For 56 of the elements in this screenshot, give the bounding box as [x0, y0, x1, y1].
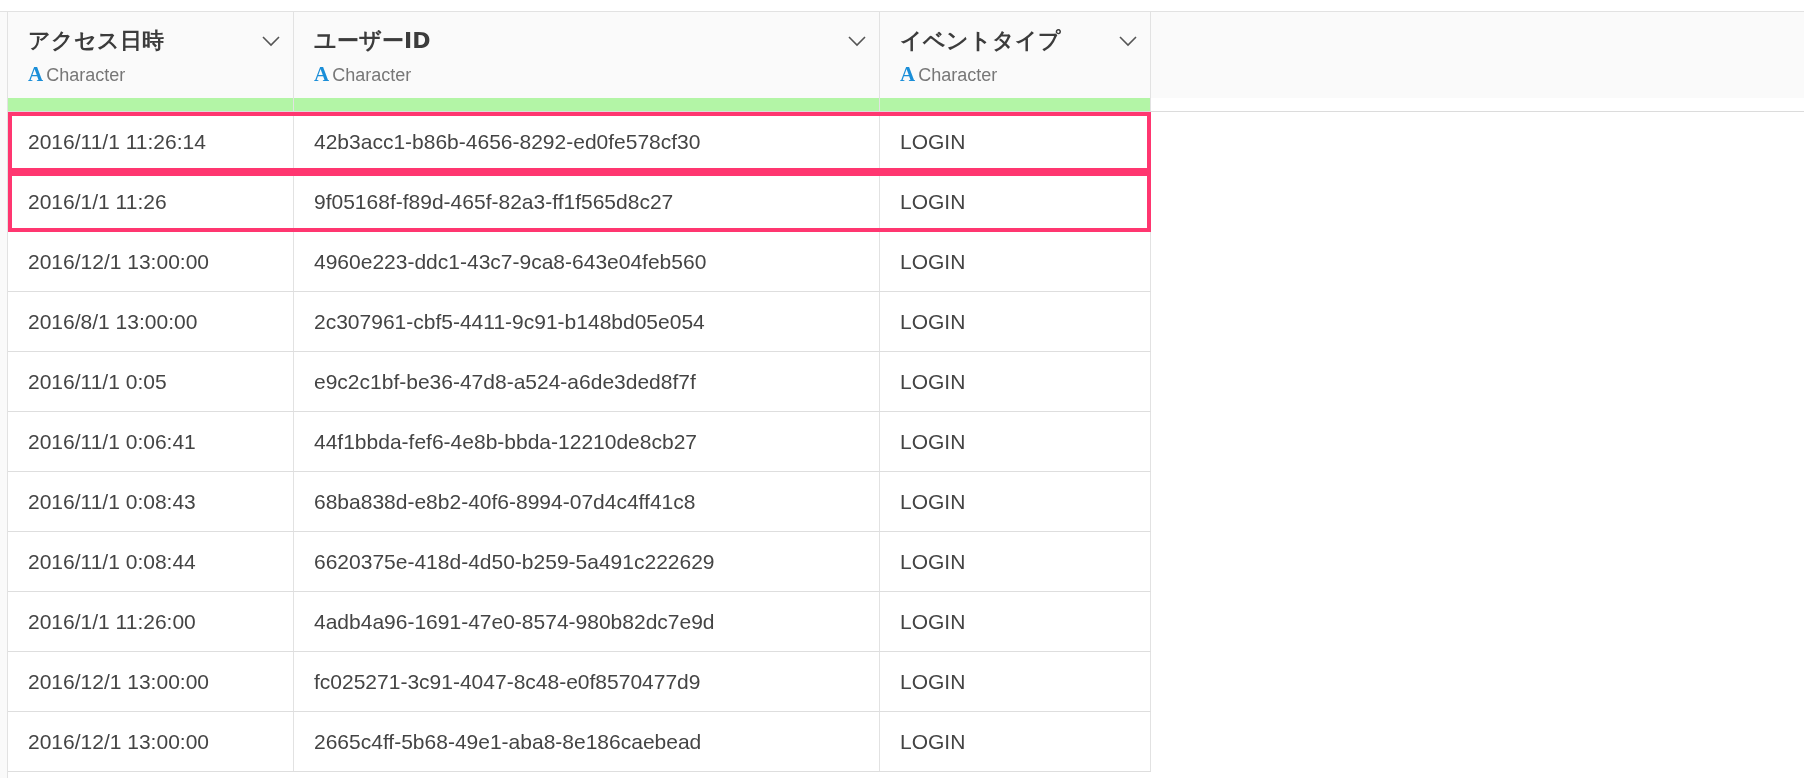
table-cell: 2016/11/1 0:08:43	[8, 472, 294, 531]
table-cell: 2016/12/1 13:00:00	[8, 712, 294, 771]
table-cell: LOGIN	[880, 112, 1151, 171]
table-row[interactable]: 2016/12/1 13:00:00 4960e223-ddc1-43c7-9ca8-643e04feb560 LOGIN	[8, 232, 1151, 292]
table-cell: 2016/11/1 0:06:41	[8, 412, 294, 471]
table-cell: 2016/8/1 13:00:00	[8, 292, 294, 351]
table-cell: LOGIN	[880, 412, 1151, 471]
type-glyph: A	[314, 62, 330, 87]
table-row[interactable]: 2016/12/1 13:00:00 2665c4ff-5b68-49e1-aba8-8e186caebead LOGIN	[8, 712, 1151, 772]
table-row[interactable]: 2016/1/1 11:26 9f05168f-f89d-465f-82a3-ff1f565d8c27 LOGIN	[8, 172, 1151, 232]
table-cell: LOGIN	[880, 712, 1151, 771]
type-glyph: A	[900, 62, 916, 87]
table-row[interactable]: 2016/11/1 0:06:41 44f1bbda-fef6-4e8b-bbda-12210de8cb27 LOGIN	[8, 412, 1151, 472]
table-cell: fc025271-3c91-4047-8c48-e0f8570477d9	[294, 652, 880, 711]
table-cell: 2016/1/1 11:26	[8, 172, 294, 231]
type-glyph: A	[28, 62, 44, 87]
table-row[interactable]: 2016/11/1 0:08:43 68ba838d-e8b2-40f6-8994-07d4c4ff41c8 LOGIN	[8, 472, 1151, 532]
column-title: アクセス日時	[28, 27, 164, 55]
table-cell: 2016/12/1 13:00:00	[8, 652, 294, 711]
chevron-down-icon[interactable]	[1118, 35, 1138, 47]
table-cell: 2016/1/1 11:26:00	[8, 592, 294, 651]
table-cell: e9c2c1bf-be36-47d8-a524-a6de3ded8f7f	[294, 352, 880, 411]
table-row[interactable]: 2016/11/1 0:05 e9c2c1bf-be36-47d8-a524-a6de3ded8f7f LOGIN	[8, 352, 1151, 412]
column-title: イベントタイプ	[900, 27, 1061, 55]
table-cell: LOGIN	[880, 472, 1151, 531]
table-row[interactable]: 2016/11/1 11:26:14 42b3acc1-b86b-4656-8292-ed0fe578cf30 LOGIN	[8, 112, 1151, 172]
table-cell: 4adb4a96-1691-47e0-8574-980b82dc7e9d	[294, 592, 880, 651]
table-cell: 2016/11/1 0:05	[8, 352, 294, 411]
table-cell: LOGIN	[880, 232, 1151, 291]
table-cell: 2016/12/1 13:00:00	[8, 232, 294, 291]
table-cell: LOGIN	[880, 172, 1151, 231]
table-cell: 9f05168f-f89d-465f-82a3-ff1f565d8c27	[294, 172, 880, 231]
table-row[interactable]: 2016/1/1 11:26:00 4adb4a96-1691-47e0-8574-980b82dc7e9d LOGIN	[8, 592, 1151, 652]
table-cell: LOGIN	[880, 352, 1151, 411]
table-cell: 6620375e-418d-4d50-b259-5a491c222629	[294, 532, 880, 591]
table-cell: 2016/11/1 0:08:44	[8, 532, 294, 591]
table-row[interactable]: 2016/12/1 13:00:00 fc025271-3c91-4047-8c48-e0f8570477d9 LOGIN	[8, 652, 1151, 712]
table-cell: 4960e223-ddc1-43c7-9ca8-643e04feb560	[294, 232, 880, 291]
table-cell: 2016/11/1 11:26:14	[8, 112, 294, 171]
column-type: Character	[918, 65, 998, 86]
table-row[interactable]: 2016/8/1 13:00:00 2c307961-cbf5-4411-9c91-b148bd05e054 LOGIN	[8, 292, 1151, 352]
table-cell: LOGIN	[880, 292, 1151, 351]
table-cell: LOGIN	[880, 532, 1151, 591]
column-title: ユーザーID	[314, 27, 431, 55]
chevron-down-icon[interactable]	[847, 35, 867, 47]
table-cell: LOGIN	[880, 652, 1151, 711]
column-type: Character	[46, 65, 126, 86]
table-cell: LOGIN	[880, 592, 1151, 651]
table-cell: 2c307961-cbf5-4411-9c91-b148bd05e054	[294, 292, 880, 351]
table-cell: 2665c4ff-5b68-49e1-aba8-8e186caebead	[294, 712, 880, 771]
table-cell: 68ba838d-e8b2-40f6-8994-07d4c4ff41c8	[294, 472, 880, 531]
table-cell: 44f1bbda-fef6-4e8b-bbda-12210de8cb27	[294, 412, 880, 471]
column-type: Character	[332, 65, 412, 86]
table-cell: 42b3acc1-b86b-4656-8292-ed0fe578cf30	[294, 112, 880, 171]
table-row[interactable]: 2016/11/1 0:08:44 6620375e-418d-4d50-b259-5a491c222629 LOGIN	[8, 532, 1151, 592]
chevron-down-icon[interactable]	[261, 35, 281, 47]
